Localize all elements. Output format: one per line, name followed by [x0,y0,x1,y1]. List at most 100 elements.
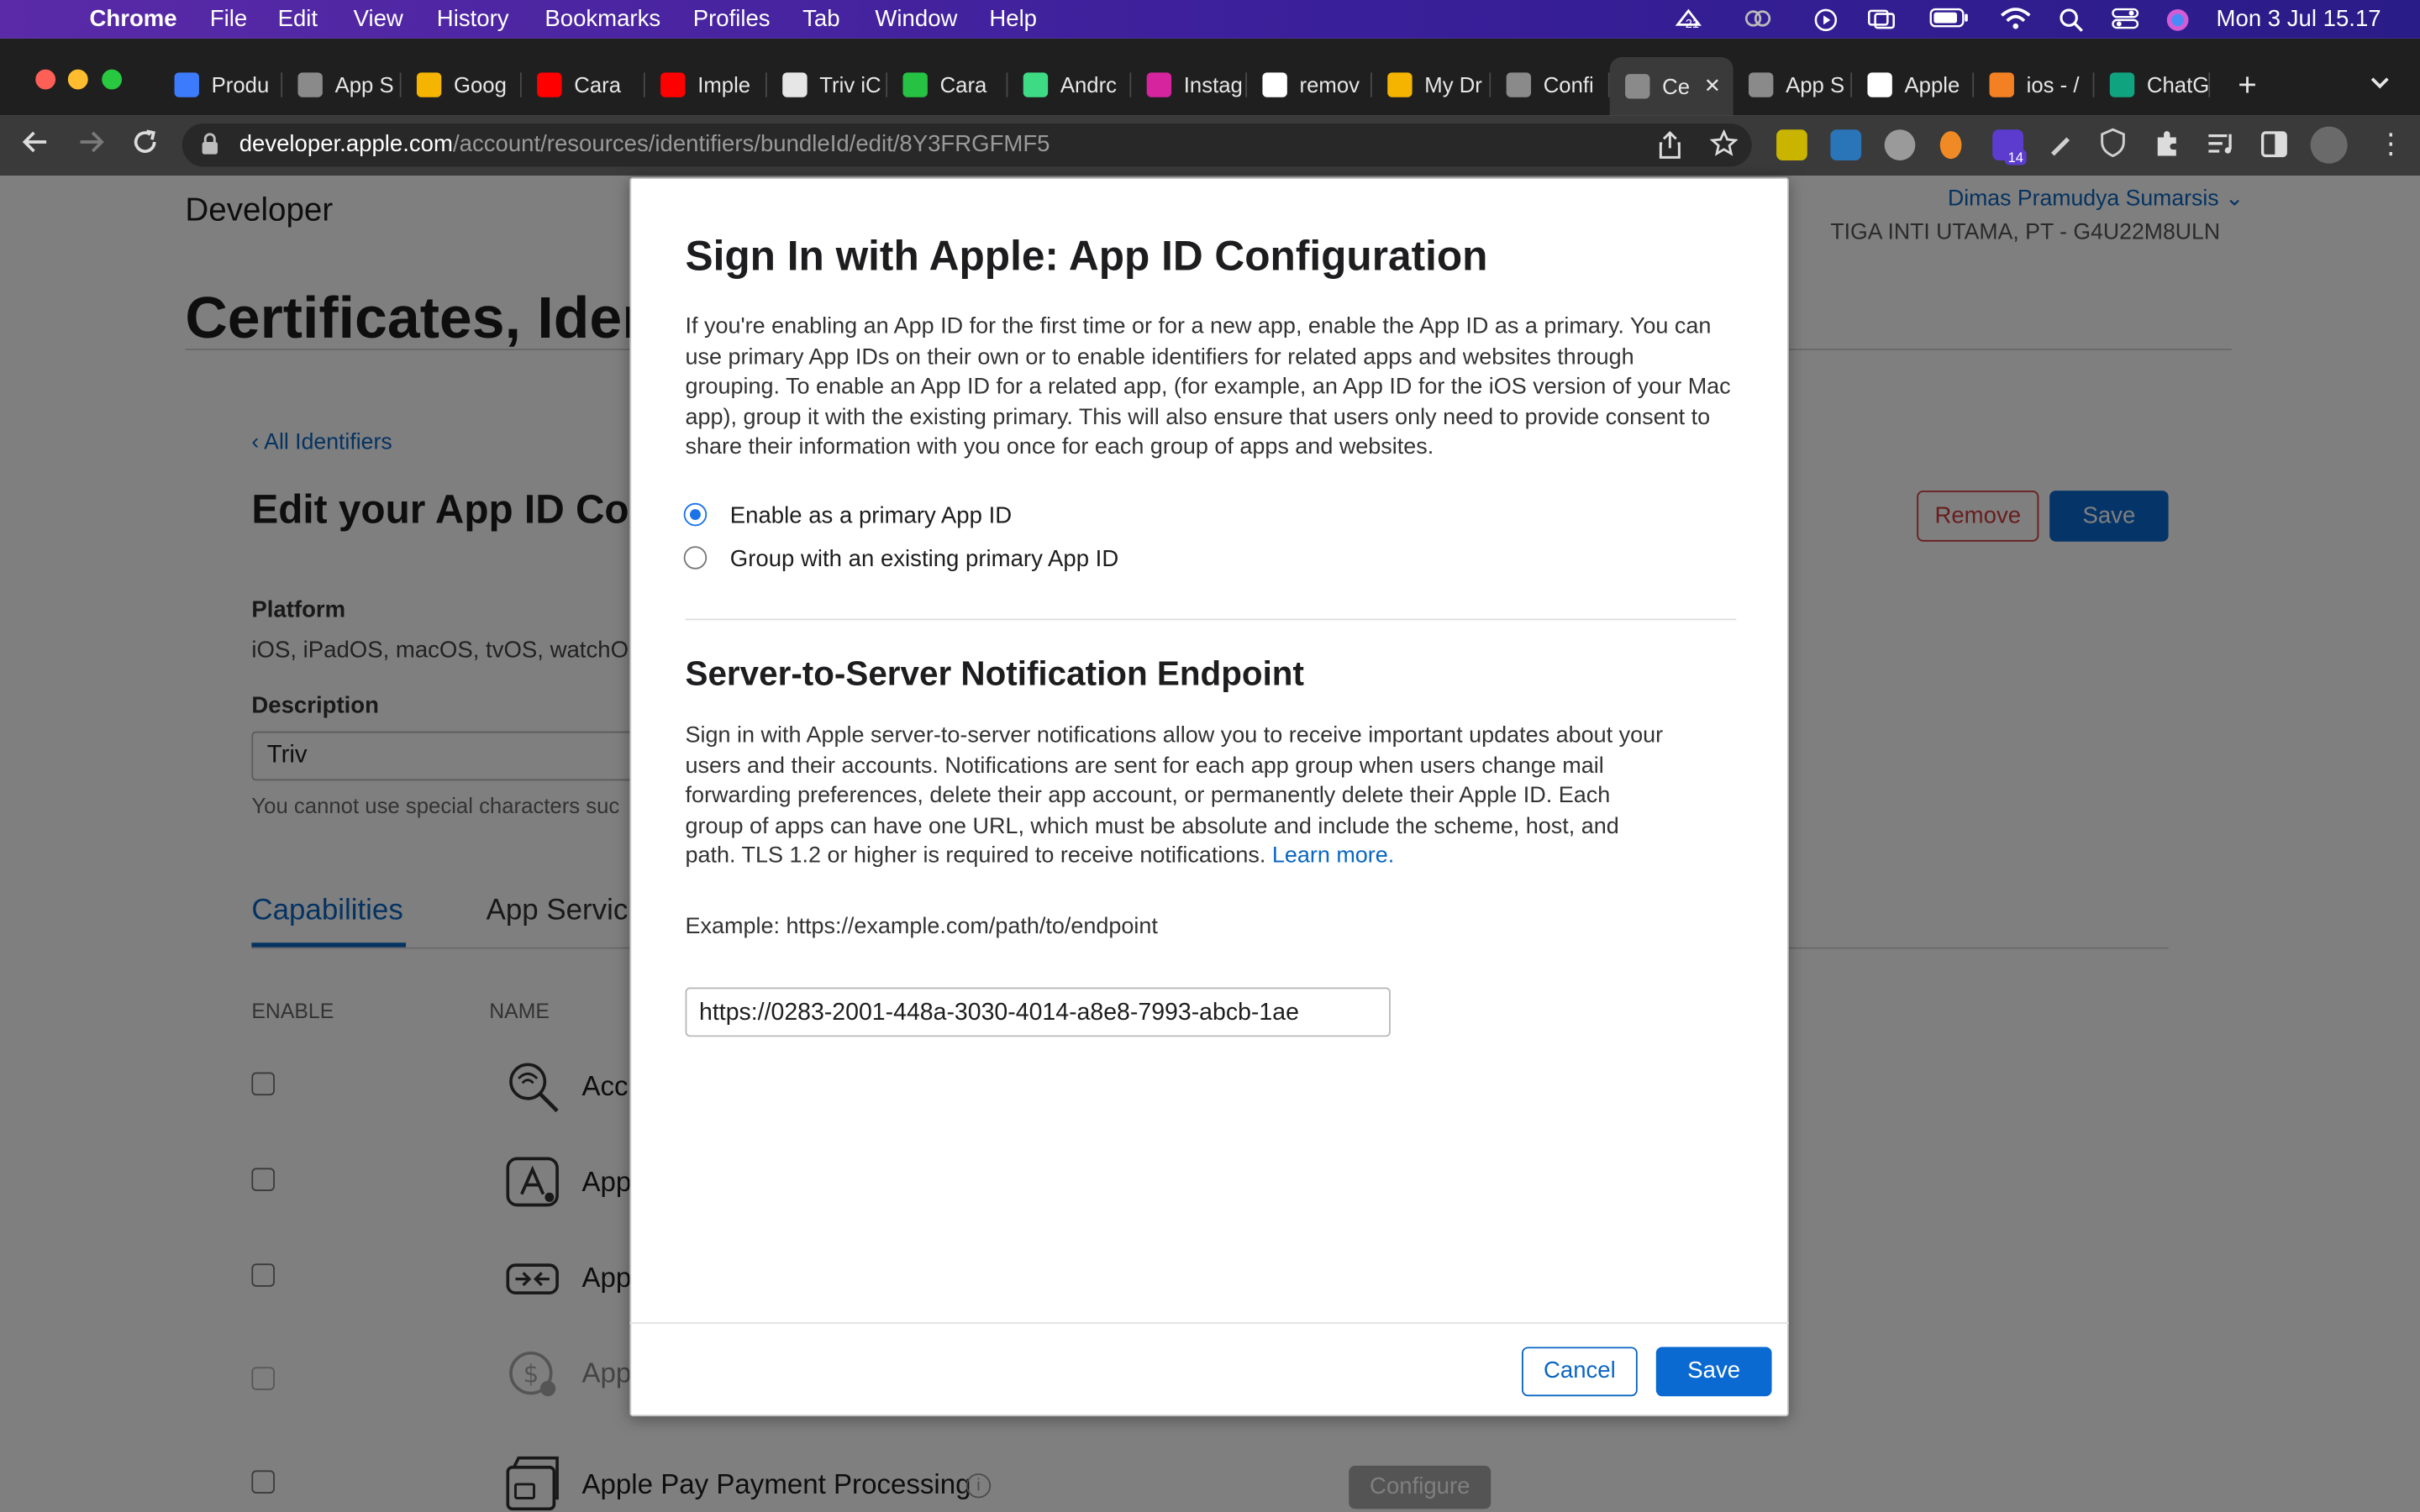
profile-avatar[interactable] [2310,126,2348,164]
tab-favicon-icon [660,72,686,97]
extension-2-icon[interactable] [1830,129,1862,161]
chrome-menu-icon[interactable]: ⋮ [2377,129,2405,157]
dialog-intro-text: If you're enabling an App ID for the fir… [685,314,1731,461]
close-tab-icon[interactable]: ✕ [1704,74,1721,98]
browser-tab[interactable]: Instag [1131,61,1248,108]
reload-icon[interactable] [128,128,161,161]
creative-cloud-icon[interactable] [1744,8,1772,29]
tab-favicon-icon [1146,72,1172,97]
menu-view[interactable]: View [354,6,403,32]
extension-1-icon[interactable] [1776,129,1807,161]
tab-label: My Dr [1424,72,1482,97]
menu-clock[interactable]: Mon 3 Jul 15.17 [2217,6,2381,32]
menu-bookmarks[interactable]: Bookmarks [544,6,660,32]
endpoint-example: Example: https://example.com/path/to/end… [685,915,1158,940]
back-arrow-icon[interactable] [18,128,52,161]
new-tab-button[interactable]: + [2238,68,2257,105]
radio-primary-app-id[interactable] [683,502,708,527]
browser-tab[interactable]: ios - / [1974,61,2095,108]
macos-menu-bar: Chrome File Edit View History Bookmarks … [0,0,2420,39]
extension-4-icon[interactable] [1939,131,1962,160]
tab-favicon-icon [537,72,562,97]
endpoint-description-text: Sign in with Apple server-to-server noti… [685,723,1664,869]
control-center-icon[interactable] [2112,8,2139,29]
tab-favicon-icon [1867,72,1892,97]
browser-tab[interactable]: ChatG [2094,61,2211,108]
spotlight-search-icon[interactable] [2057,8,2085,32]
endpoint-url-input[interactable]: https://0283-2001-448a-3030-4014-a8e8-79… [685,987,1391,1037]
tab-favicon-icon [1262,72,1287,97]
tab-label: Apple [1904,72,1960,97]
tab-favicon-icon [1387,72,1413,97]
tab-label: Confi [1543,72,1594,97]
tab-search-chevron-icon[interactable] [2368,72,2392,100]
tab-label: Andrc [1060,72,1118,97]
learn-more-link[interactable]: Learn more. [1272,844,1394,869]
forward-arrow-icon[interactable] [74,128,108,161]
pen-extension-icon[interactable] [2047,129,2075,165]
browser-tab[interactable]: App S [282,61,402,108]
tab-label: Produ [211,72,270,97]
menu-edit[interactable]: Edit [278,6,318,32]
browser-tab[interactable]: My Dr [1372,61,1491,108]
menu-file[interactable]: File [210,6,247,32]
siri-icon[interactable] [2164,8,2191,31]
browser-tab[interactable]: Triv iC [767,61,888,108]
drive-badge: 21 [1685,17,1700,31]
extensions-puzzle-icon[interactable] [2153,129,2181,165]
browser-tab[interactable]: Produ [159,61,283,108]
dialog-save-button[interactable]: Save [1655,1347,1772,1397]
extension-3-icon[interactable] [1884,129,1916,161]
battery-icon[interactable] [1929,8,1970,29]
tab-label: ios - / [2026,72,2080,97]
window-minimize-button[interactable] [67,69,88,90]
tab-favicon-icon [2109,72,2135,97]
menu-help[interactable]: Help [989,6,1037,32]
tab-favicon-icon [782,72,808,97]
browser-tab[interactable]: Cara [887,61,1008,108]
menu-tab[interactable]: Tab [802,6,839,32]
browser-tab[interactable]: Ce ✕ [1609,56,1733,116]
window-zoom-button[interactable] [102,69,123,90]
browser-tab[interactable]: Andrc [1007,61,1132,108]
share-icon[interactable] [1658,130,1682,166]
tab-label: Cara [574,72,622,97]
browser-tab[interactable]: App S [1733,61,1853,108]
dialog-footer-divider [629,1322,1789,1324]
radio-group-existing[interactable] [683,546,708,570]
lock-icon[interactable] [201,133,219,164]
address-url[interactable]: developer.apple.com/account/resources/id… [239,131,1050,157]
browser-tab[interactable]: Apple [1852,61,1975,108]
endpoint-description: Sign in with Apple server-to-server noti… [686,722,1667,874]
menu-history[interactable]: History [437,6,509,32]
window-close-button[interactable] [35,69,56,90]
tab-favicon-icon [1749,72,1774,97]
bookmark-star-icon[interactable] [1709,129,1739,165]
wifi-icon[interactable] [2000,8,2031,29]
menu-app-name[interactable]: Chrome [90,6,177,32]
tab-favicon-icon [1625,74,1650,99]
dialog-title: Sign In with Apple: App ID Configuration [685,233,1488,280]
browser-tab[interactable]: Goog [402,61,522,108]
tab-label: Imple [697,72,751,97]
browser-tab[interactable]: Confi [1491,61,1610,108]
reading-list-icon[interactable] [2207,131,2235,164]
browser-tab[interactable]: Cara [522,61,645,108]
tab-favicon-icon [297,72,323,97]
tab-favicon-icon [1023,72,1049,97]
tab-label: Goog [453,72,507,97]
browser-tab[interactable]: remov [1247,61,1372,108]
tab-label: Cara [939,72,987,97]
play-icon[interactable] [1812,8,1839,32]
browser-tab[interactable]: Imple [645,61,767,108]
side-panel-icon[interactable] [2260,131,2287,165]
radio-primary-app-id-label[interactable]: Enable as a primary App ID [730,503,1012,529]
screen-mirroring-icon[interactable] [1867,8,1895,29]
menu-profiles[interactable]: Profiles [693,6,771,32]
tab-label: App S [1786,72,1845,97]
radio-group-existing-label[interactable]: Group with an existing primary App ID [730,546,1118,572]
shield-extension-icon[interactable] [2101,128,2125,165]
cancel-button[interactable]: Cancel [1522,1347,1638,1397]
menu-window[interactable]: Window [875,6,957,32]
tab-favicon-icon [416,72,442,97]
